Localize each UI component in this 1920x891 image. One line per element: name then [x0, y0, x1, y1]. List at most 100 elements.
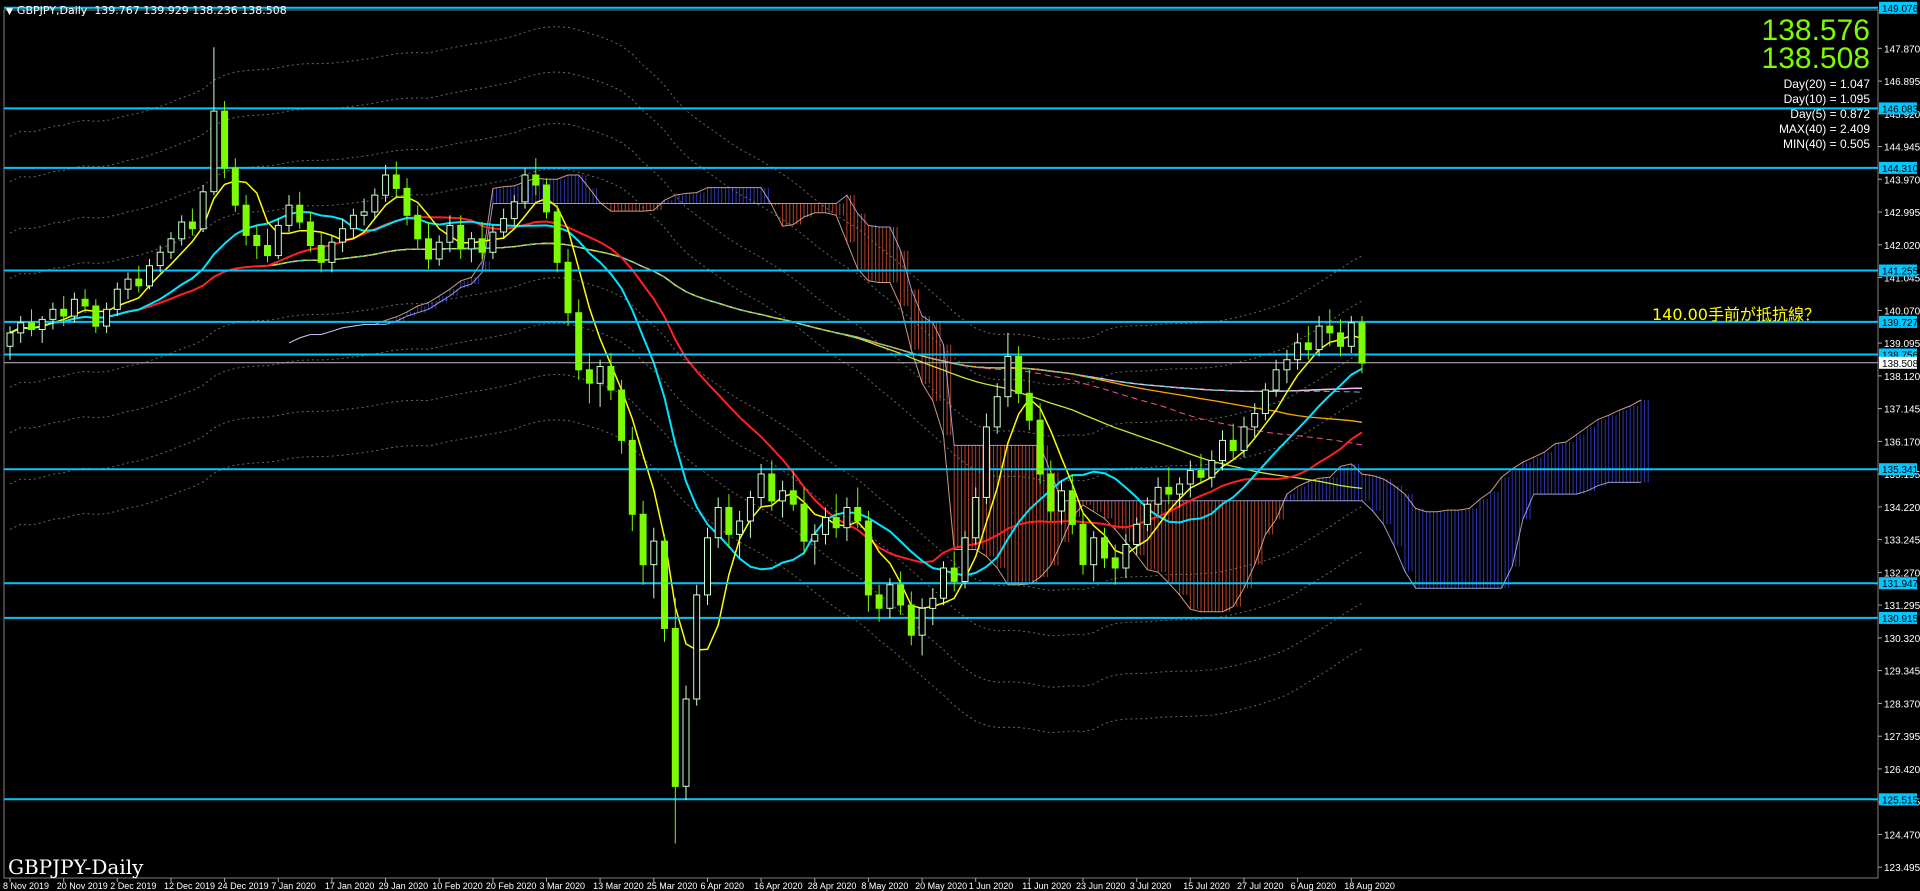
price-tick-label: 124.470 — [1884, 830, 1920, 841]
date-tick-label: 20 Nov 2019 — [57, 881, 108, 891]
date-tick-label: 11 Jun 2020 — [1022, 881, 1071, 891]
bear-candle — [864, 520, 872, 596]
price-tick-label: 126.420 — [1884, 765, 1920, 776]
date-tick-label: 6 Aug 2020 — [1291, 881, 1337, 891]
bull-candle — [70, 298, 78, 317]
bear-candle — [60, 308, 68, 317]
level-price-label: 149.076 — [1882, 4, 1919, 15]
bull-candle — [521, 174, 529, 203]
bear-candle — [478, 238, 486, 253]
bull-candle — [918, 607, 926, 636]
bear-candle — [1229, 439, 1237, 451]
bull-candle — [822, 517, 829, 535]
date-tick-label: 24 Dec 2019 — [218, 881, 269, 891]
level-price-label: 146.083 — [1882, 104, 1919, 115]
date-tick-label: 7 Jan 2020 — [271, 881, 316, 891]
bear-candle — [1025, 392, 1033, 421]
date-tick-label: 25 Mar 2020 — [647, 881, 698, 891]
bull-candle — [360, 211, 368, 216]
bull-candle — [446, 224, 454, 243]
price-tick-label: 138.120 — [1884, 372, 1920, 383]
price-tick-label: 143.970 — [1884, 175, 1920, 186]
bull-candle — [339, 228, 347, 243]
date-tick-label: 6 Apr 2020 — [701, 881, 745, 891]
bear-candle — [1304, 342, 1312, 351]
bear-candle — [135, 278, 143, 287]
date-tick-label: 1 Jun 2020 — [969, 881, 1014, 891]
bull-candle — [757, 473, 765, 498]
date-tick-label: 28 Apr 2020 — [808, 881, 857, 891]
date-tick-label: 8 Nov 2019 — [3, 881, 49, 891]
bear-candle — [607, 366, 615, 391]
bull-candle — [1058, 490, 1065, 512]
bull-candle — [510, 201, 518, 220]
ask-price: 138.508 — [1761, 42, 1870, 75]
bear-candle — [231, 167, 239, 206]
price-tick-label: 136.170 — [1884, 437, 1920, 448]
price-tick-label: 146.895 — [1884, 77, 1920, 88]
bear-candle — [1165, 486, 1173, 495]
chart-corner-label: GBPJPY-Daily — [8, 855, 144, 879]
price-tick-label: 127.395 — [1884, 732, 1920, 743]
bear-candle — [800, 503, 808, 542]
bull-candle — [1090, 537, 1098, 566]
bull-candle — [500, 218, 508, 233]
bull-candle — [1208, 460, 1216, 478]
price-tick-label: 129.345 — [1884, 667, 1920, 678]
date-tick-label: 23 Jun 2020 — [1076, 881, 1126, 891]
bull-candle — [779, 490, 787, 502]
bull-candle — [1176, 483, 1184, 495]
bull-candle — [146, 265, 153, 287]
chart-area[interactable]: 147.870146.895145.920144.945143.970142.9… — [0, 0, 1920, 891]
stat-day10: Day(10) = 1.095 — [1783, 92, 1870, 106]
level-price-label: 125.515 — [1882, 795, 1919, 806]
bear-candle — [81, 298, 89, 307]
bear-candle — [425, 238, 432, 260]
bear-candle — [392, 174, 400, 189]
bear-candle — [789, 490, 797, 505]
stat-day20: Day(20) = 1.047 — [1783, 77, 1870, 91]
bear-candle — [296, 204, 304, 223]
bull-candle — [929, 597, 937, 609]
date-tick-label: 3 Jul 2020 — [1130, 881, 1172, 891]
bear-candle — [92, 305, 100, 327]
price-tick-label: 137.145 — [1884, 405, 1920, 416]
bear-candle — [725, 507, 733, 535]
bull-candle — [1315, 325, 1323, 351]
bull-candle — [714, 507, 722, 539]
bull-candle — [736, 520, 744, 535]
bear-candle — [1079, 523, 1087, 566]
bull-candle — [382, 174, 390, 196]
bull-candle — [1251, 413, 1259, 428]
date-tick-label: 20 May 2020 — [915, 881, 967, 891]
price-tick-label: 139.095 — [1884, 339, 1920, 350]
bear-candle — [1068, 490, 1076, 525]
bear-candle — [543, 184, 550, 213]
bear-candle — [661, 540, 668, 629]
bull-candle — [17, 322, 25, 334]
bull-candle — [156, 251, 164, 267]
price-tick-label: 133.245 — [1884, 536, 1920, 547]
level-price-label: 144.310 — [1882, 164, 1919, 175]
bear-candle — [414, 214, 422, 240]
bear-candle — [897, 584, 905, 606]
bull-candle — [1004, 355, 1012, 398]
bull-candle — [940, 567, 947, 599]
bear-candle — [403, 187, 411, 216]
bull-candle — [38, 318, 46, 330]
bull-candle — [1240, 426, 1248, 451]
bull-candle — [1347, 322, 1355, 347]
date-tick-label: 13 Mar 2020 — [593, 881, 644, 891]
dropdown-triangle-icon[interactable]: ▼ — [6, 7, 13, 17]
bull-candle — [435, 241, 443, 260]
bear-candle — [306, 221, 314, 246]
bull-candle — [811, 533, 819, 542]
date-tick-label: 2 Dec 2019 — [110, 881, 156, 891]
bear-candle — [575, 312, 583, 371]
bear-candle — [532, 174, 540, 186]
date-tick-label: 3 Mar 2020 — [540, 881, 586, 891]
date-tick-label: 20 Feb 2020 — [486, 881, 537, 891]
bull-candle — [982, 426, 990, 498]
date-tick-label: 8 May 2020 — [861, 881, 908, 891]
bull-candle — [210, 110, 218, 193]
